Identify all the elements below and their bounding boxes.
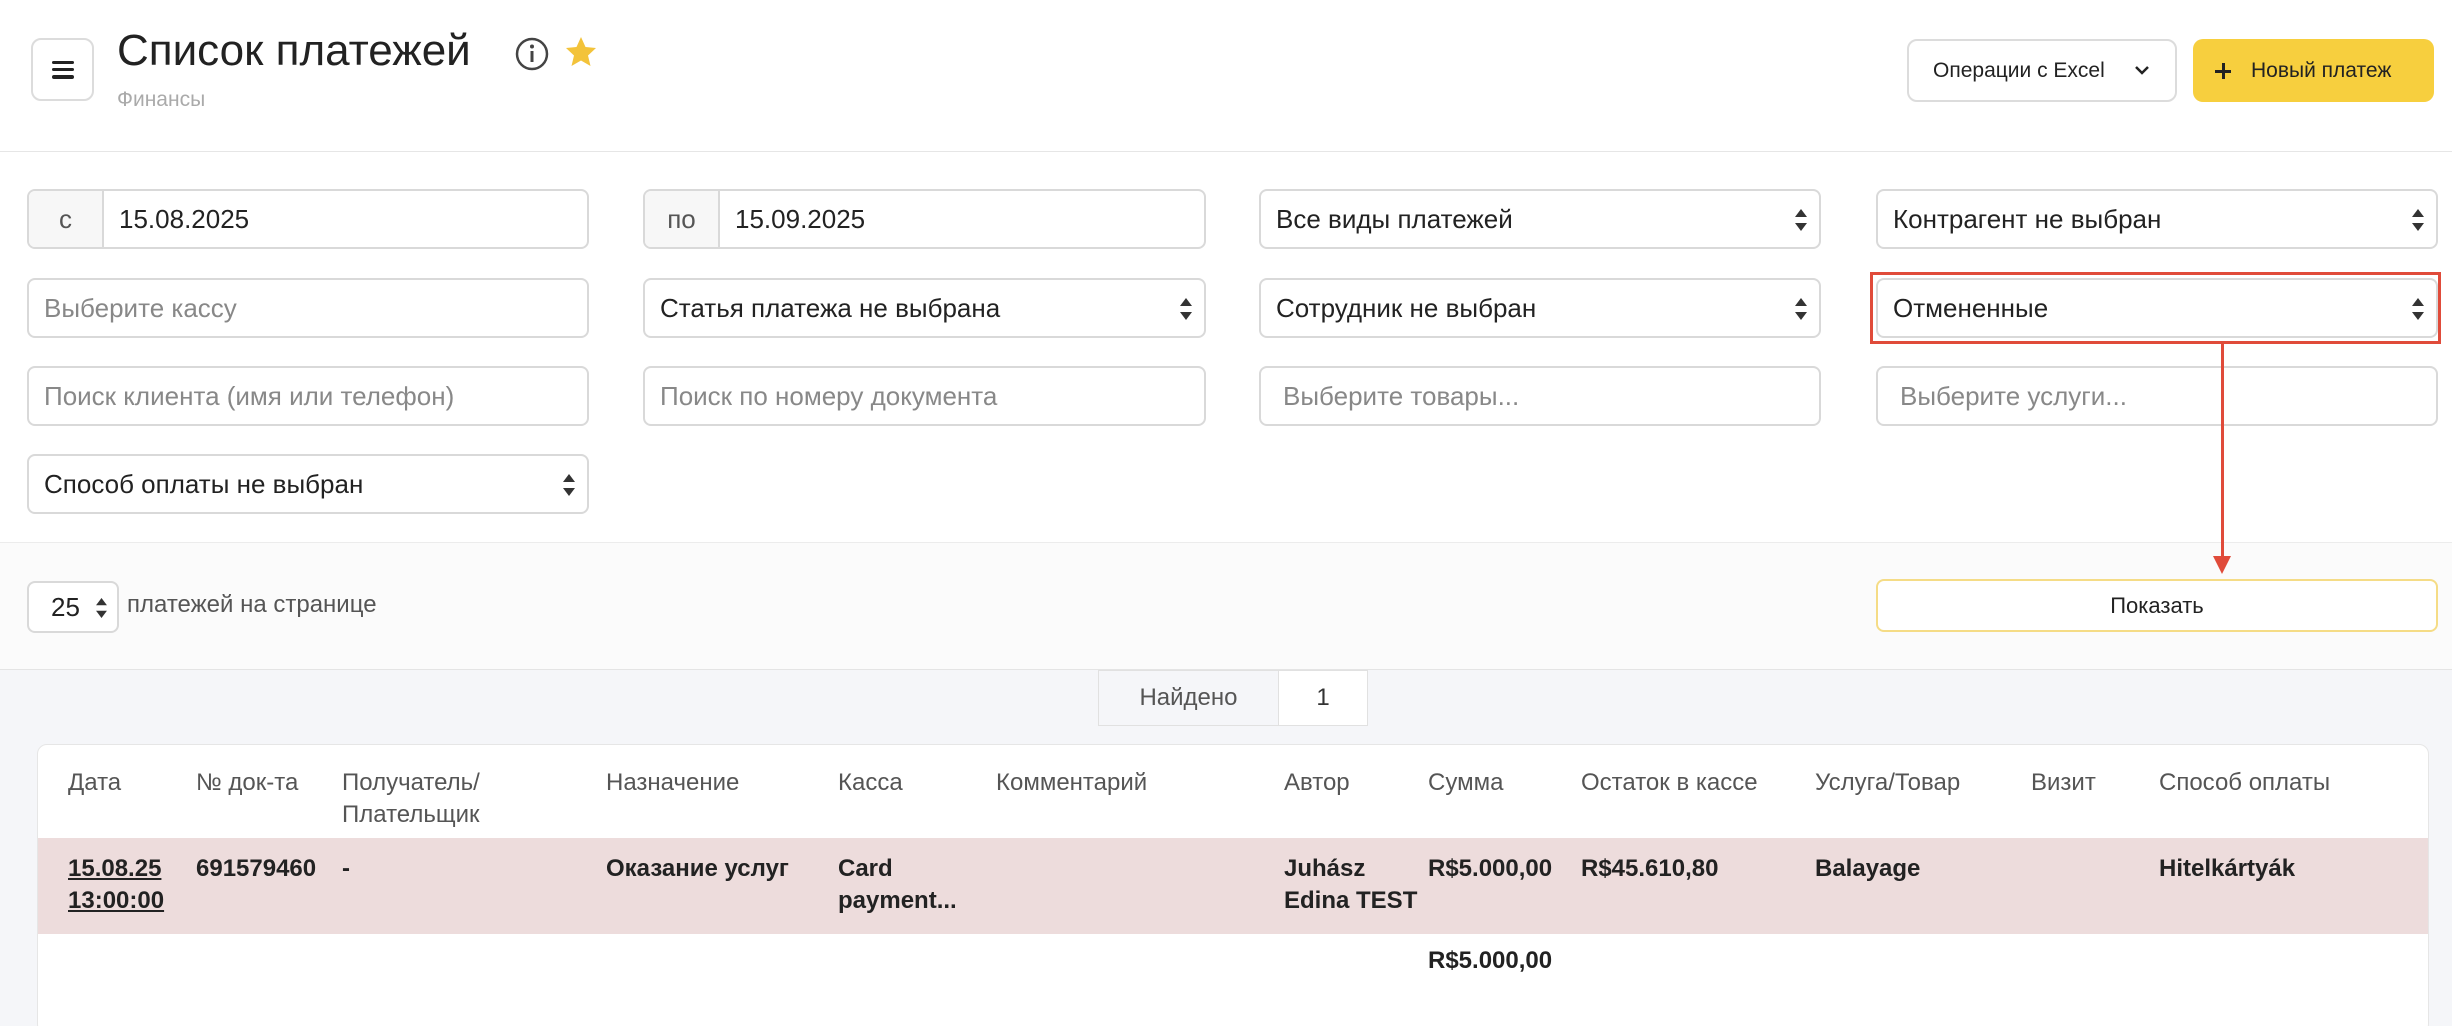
employee-select[interactable]: Сотрудник не выбран — [1259, 278, 1821, 338]
breadcrumb[interactable]: Финансы — [117, 88, 205, 112]
cell-payer: - — [342, 855, 350, 882]
table-total-amount: R$5.000,00 — [1428, 947, 1553, 974]
cell-purpose: Оказание услуг — [606, 855, 789, 882]
payment-method-value: Способ оплаты не выбран — [44, 468, 364, 499]
payment-item-select[interactable]: Статья платежа не выбрана — [643, 278, 1206, 338]
cell-payment-method: Hitelkártyák — [2159, 855, 2296, 882]
excel-operations-label: Операции с Excel — [1933, 58, 2105, 82]
doc-search-placeholder: Поиск по номеру документа — [660, 380, 998, 411]
cell-balance: R$45.610,80 — [1581, 855, 1719, 882]
cell-date-link[interactable]: 15.08.25 13:00:00 — [68, 853, 164, 917]
page-header: Список платежей Финансы Операции с Excel… — [0, 0, 2452, 152]
found-counter: Найдено 1 — [1098, 670, 1368, 726]
column-header-amount[interactable]: Сумма — [1428, 767, 1503, 799]
goods-select[interactable]: Выберите товары... — [1259, 366, 1821, 426]
column-header-balance[interactable]: Остаток в кассе — [1581, 767, 1758, 799]
cell-doc: 691579460 — [196, 855, 317, 882]
found-label: Найдено — [1099, 671, 1279, 725]
client-search-input[interactable]: Поиск клиента (имя или телефон) — [27, 366, 589, 426]
cashbox-placeholder: Выберите кассу — [44, 292, 237, 323]
annotation-arrow-line — [2221, 344, 2224, 556]
select-arrows-icon — [96, 598, 107, 618]
per-page-select[interactable]: 25 — [27, 581, 119, 633]
cashbox-select[interactable]: Выберите кассу — [27, 278, 589, 338]
select-arrows-icon — [1795, 209, 1807, 231]
column-header-comment[interactable]: Комментарий — [996, 767, 1147, 799]
client-search-placeholder: Поиск клиента (имя или телефон) — [44, 380, 455, 411]
plus-icon — [2215, 62, 2231, 79]
column-header-service[interactable]: Услуга/Товар — [1815, 767, 1960, 799]
date-to-input[interactable]: 15.09.2025 — [720, 191, 1204, 247]
goods-placeholder: Выберите товары... — [1283, 380, 1520, 411]
cell-cashbox: Card payment... — [838, 855, 957, 914]
payment-item-value: Статья платежа не выбрана — [660, 292, 1001, 323]
per-page-label: платежей на странице — [127, 591, 377, 618]
doc-number-search-input[interactable]: Поиск по номеру документа — [643, 366, 1206, 426]
excel-operations-dropdown[interactable]: Операции с Excel — [1907, 39, 2177, 102]
cell-service: Balayage — [1815, 855, 1921, 882]
date-to-field[interactable]: по 15.09.2025 — [643, 189, 1206, 249]
menu-button[interactable] — [31, 38, 94, 101]
annotation-arrow-head — [2213, 556, 2231, 574]
column-header-author[interactable]: Автор — [1284, 767, 1350, 799]
date-from-prefix: с — [29, 191, 104, 247]
column-header-purpose[interactable]: Назначение — [606, 767, 739, 799]
date-from-input[interactable]: 15.08.2025 — [104, 191, 587, 247]
select-arrows-icon — [2412, 209, 2424, 231]
select-arrows-icon — [1795, 298, 1807, 320]
payment-type-select[interactable]: Все виды платежей — [1259, 189, 1821, 249]
star-icon[interactable] — [563, 34, 599, 70]
info-icon[interactable] — [514, 36, 550, 72]
date-to-prefix: по — [645, 191, 720, 247]
column-header-date[interactable]: Дата — [68, 767, 121, 799]
cell-author: Juhász Edina TEST — [1284, 855, 1418, 914]
page-title: Список платежей — [117, 26, 471, 75]
employee-value: Сотрудник не выбран — [1276, 292, 1537, 323]
annotation-highlight-box — [1870, 272, 2441, 344]
column-header-cashbox[interactable]: Касса — [838, 767, 903, 799]
results-area: Найдено 1 Дата № док-та Получатель/ Плат… — [0, 670, 2452, 1026]
counterparty-value: Контрагент не выбран — [1893, 203, 2162, 234]
new-payment-button[interactable]: Новый платеж — [2193, 39, 2434, 102]
column-header-payer[interactable]: Получатель/ Плательщик — [342, 767, 480, 831]
select-arrows-icon — [563, 474, 575, 496]
services-placeholder: Выберите услуги... — [1900, 380, 2127, 411]
hamburger-icon — [51, 60, 74, 79]
counterparty-select[interactable]: Контрагент не выбран — [1876, 189, 2438, 249]
pagination-bar: 25 платежей на странице Показать — [0, 542, 2452, 670]
payments-table: Дата № док-та Получатель/ Плательщик Наз… — [37, 744, 2429, 1026]
column-header-payment-method[interactable]: Способ оплаты — [2159, 767, 2330, 799]
cell-amount: R$5.000,00 — [1428, 855, 1553, 882]
column-header-visit[interactable]: Визит — [2031, 767, 2096, 799]
payment-method-select[interactable]: Способ оплаты не выбран — [27, 454, 589, 514]
date-from-field[interactable]: с 15.08.2025 — [27, 189, 589, 249]
show-button[interactable]: Показать — [1876, 579, 2438, 632]
found-count: 1 — [1316, 684, 1330, 711]
payment-type-value: Все виды платежей — [1276, 203, 1513, 234]
select-arrows-icon — [1180, 298, 1192, 320]
services-select[interactable]: Выберите услуги... — [1876, 366, 2438, 426]
new-payment-label: Новый платеж — [2251, 58, 2392, 82]
chevron-down-icon — [2135, 66, 2149, 75]
table-row[interactable]: 15.08.25 13:00:00 691579460 - Оказание у… — [38, 838, 2428, 934]
per-page-value: 25 — [51, 591, 80, 622]
column-header-doc[interactable]: № док-та — [196, 767, 298, 799]
